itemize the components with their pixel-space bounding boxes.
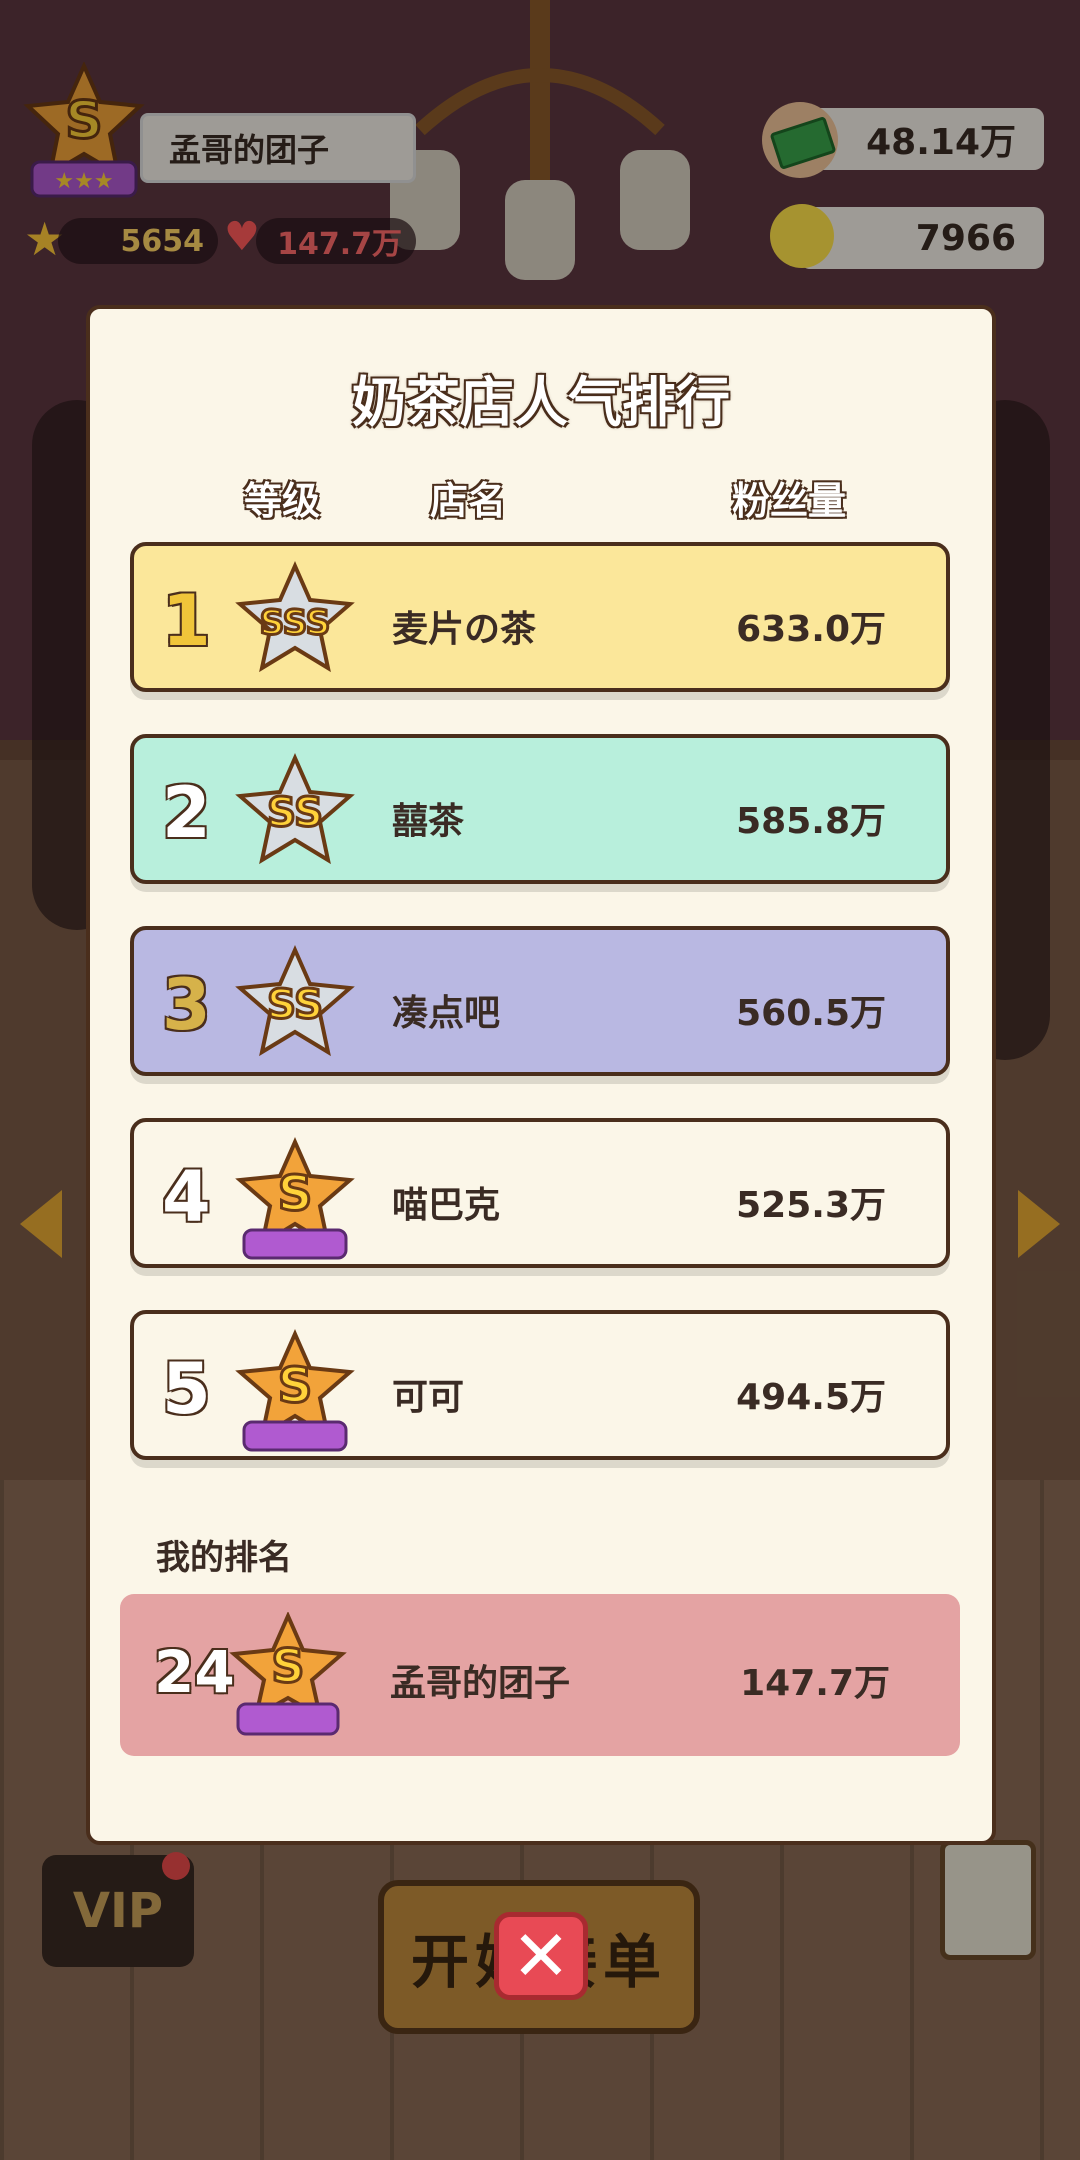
modal-title: 奶茶店人气排行 xyxy=(352,371,730,434)
ranking-row[interactable]: 4 S 喵巴克 525.3万 xyxy=(130,1118,950,1268)
shop-name: 喵巴克 xyxy=(392,1185,501,1226)
svg-text:SS: SS xyxy=(267,790,323,836)
ranking-row[interactable]: 1 SSS 麦片の茶 633.0万 xyxy=(130,542,950,692)
svg-text:S: S xyxy=(278,1166,313,1222)
rank-number: 3 xyxy=(162,964,211,1046)
column-shop: 店名 xyxy=(430,479,507,523)
my-rank-label: 我的排名 xyxy=(156,1538,292,1578)
fans-count: 525.3万 xyxy=(736,1185,886,1226)
fans-count: 633.0万 xyxy=(736,609,886,650)
shop-name: 囍茶 xyxy=(392,801,465,842)
ranking-row[interactable]: 5 S 可可 494.5万 xyxy=(130,1310,950,1460)
my-shop-name: 孟哥的团子 xyxy=(390,1663,571,1704)
rank-number: 2 xyxy=(162,772,211,854)
level-badge-icon: S xyxy=(235,1137,355,1260)
svg-text:S: S xyxy=(278,1358,313,1414)
rank-number: 1 xyxy=(162,580,211,662)
level-badge-icon: S xyxy=(235,1329,355,1452)
shop-name: 可可 xyxy=(392,1377,465,1418)
close-button[interactable]: ✕ xyxy=(494,1912,588,2000)
svg-text:S: S xyxy=(271,1639,304,1693)
fans-count: 560.5万 xyxy=(736,993,886,1034)
svg-text:SSS: SSS xyxy=(260,603,330,643)
level-s-badge-icon: S xyxy=(229,1612,347,1736)
svg-text:SS: SS xyxy=(267,982,323,1028)
my-rank-number: 24 xyxy=(154,1638,235,1706)
level-badge-icon: SSS xyxy=(235,561,355,673)
shop-name: 凑点吧 xyxy=(392,993,501,1034)
level-badge-icon: SS xyxy=(235,753,355,865)
level-badge-icon: SS xyxy=(235,945,355,1057)
fans-count: 494.5万 xyxy=(736,1377,886,1418)
my-fans-count: 147.7万 xyxy=(740,1663,890,1704)
rank-number: 5 xyxy=(162,1348,211,1430)
my-rank-row[interactable]: 24 S 孟哥的团子 147.7万 xyxy=(120,1594,960,1756)
column-fans: 粉丝量 xyxy=(732,479,847,523)
ranking-row[interactable]: 2 SS 囍茶 585.8万 xyxy=(130,734,950,884)
ranking-row[interactable]: 3 SS 凑点吧 560.5万 xyxy=(130,926,950,1076)
column-level: 等级 xyxy=(244,479,321,523)
shop-name: 麦片の茶 xyxy=(392,609,537,650)
rank-number: 4 xyxy=(162,1156,211,1238)
fans-count: 585.8万 xyxy=(736,801,886,842)
